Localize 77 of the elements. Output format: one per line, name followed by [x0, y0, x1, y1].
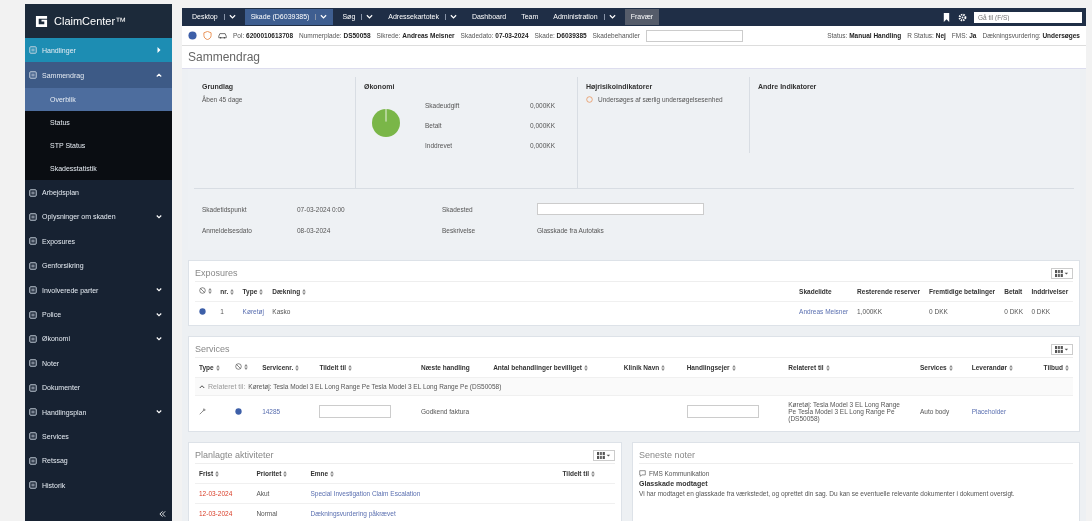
card-title: Services — [195, 344, 230, 354]
prohibited-icon — [199, 287, 206, 294]
sort-icon[interactable] — [348, 364, 352, 371]
page-title: Sammendrag — [182, 46, 1086, 69]
menu-icon — [29, 408, 37, 417]
menu-icon — [29, 237, 37, 246]
menu-icon — [29, 212, 37, 221]
menu-icon — [29, 432, 37, 441]
dropdown-caret-icon[interactable] — [361, 14, 374, 20]
sort-icon[interactable] — [215, 470, 220, 477]
caret-right-icon — [156, 47, 162, 54]
sort-icon[interactable] — [1065, 364, 1069, 371]
columns-button[interactable] — [593, 449, 615, 461]
dropdown-caret-icon[interactable] — [315, 14, 328, 20]
menu-icon — [29, 46, 37, 55]
wrench-icon[interactable] — [199, 408, 206, 415]
handler-field[interactable] — [645, 29, 743, 42]
collapse-icon[interactable] — [159, 511, 166, 517]
menu-icon — [29, 456, 37, 465]
menu-icon — [29, 310, 37, 319]
chevron-down-icon — [156, 409, 162, 416]
column-header[interactable] — [199, 287, 212, 294]
sort-icon[interactable] — [1009, 364, 1014, 371]
shield-icon — [203, 31, 212, 40]
sort-icon[interactable] — [208, 287, 212, 294]
chevron-down-icon — [156, 311, 162, 318]
dropdown-caret-icon[interactable] — [444, 14, 457, 20]
pie-chart-icon — [372, 108, 400, 137]
warning-icon — [586, 96, 593, 103]
columns-button[interactable] — [1051, 267, 1073, 279]
menu-icon — [29, 334, 37, 343]
logo-icon — [35, 14, 48, 28]
chevron-down-icon — [156, 287, 162, 294]
sort-icon[interactable] — [731, 364, 736, 371]
sort-icon[interactable] — [948, 364, 953, 371]
menu-icon — [29, 188, 37, 197]
table-input-field[interactable] — [319, 405, 392, 418]
chevron-down-icon — [156, 213, 162, 220]
card-title: Exposures — [195, 268, 238, 278]
menu-icon — [29, 359, 37, 368]
sort-icon[interactable] — [661, 364, 666, 371]
columns-button[interactable] — [1051, 343, 1073, 355]
sort-icon[interactable] — [302, 288, 307, 295]
dropdown-caret-icon[interactable] — [603, 14, 616, 20]
card-title: Seneste noter — [639, 450, 696, 460]
status-dot-icon — [188, 31, 197, 40]
detail-field[interactable] — [537, 203, 704, 215]
chevron-up-icon[interactable] — [199, 384, 205, 389]
table-input-field[interactable] — [686, 405, 759, 418]
sort-icon[interactable] — [591, 470, 596, 477]
sort-icon[interactable] — [283, 470, 288, 477]
car-icon — [218, 31, 227, 40]
sort-icon[interactable] — [825, 364, 830, 371]
status-dot-icon — [235, 408, 243, 415]
menu-icon — [29, 481, 37, 490]
sort-icon[interactable] — [244, 363, 249, 370]
settings-icon[interactable] — [958, 12, 967, 22]
menu-icon — [29, 71, 37, 80]
dropdown-caret-icon[interactable] — [223, 14, 236, 20]
sort-icon[interactable] — [330, 470, 335, 477]
status-dot-icon — [199, 308, 206, 315]
sort-icon[interactable] — [584, 364, 589, 371]
sort-icon[interactable] — [230, 288, 235, 295]
menu-icon — [29, 286, 37, 295]
bookmark-icon[interactable] — [942, 12, 951, 22]
chevron-down-icon — [156, 335, 162, 342]
prohibited-icon — [235, 363, 243, 370]
menu-icon — [29, 383, 37, 392]
sort-icon[interactable] — [259, 288, 264, 295]
menu-icon — [29, 261, 37, 270]
column-header[interactable] — [235, 363, 249, 370]
sort-icon[interactable] — [295, 364, 300, 371]
sort-icon[interactable] — [215, 364, 220, 371]
card-title: Planlagte aktiviteter — [195, 450, 274, 460]
chat-icon — [639, 470, 646, 477]
app-name: ClaimCenter™ — [54, 15, 127, 27]
chevron-up-icon — [156, 72, 162, 79]
